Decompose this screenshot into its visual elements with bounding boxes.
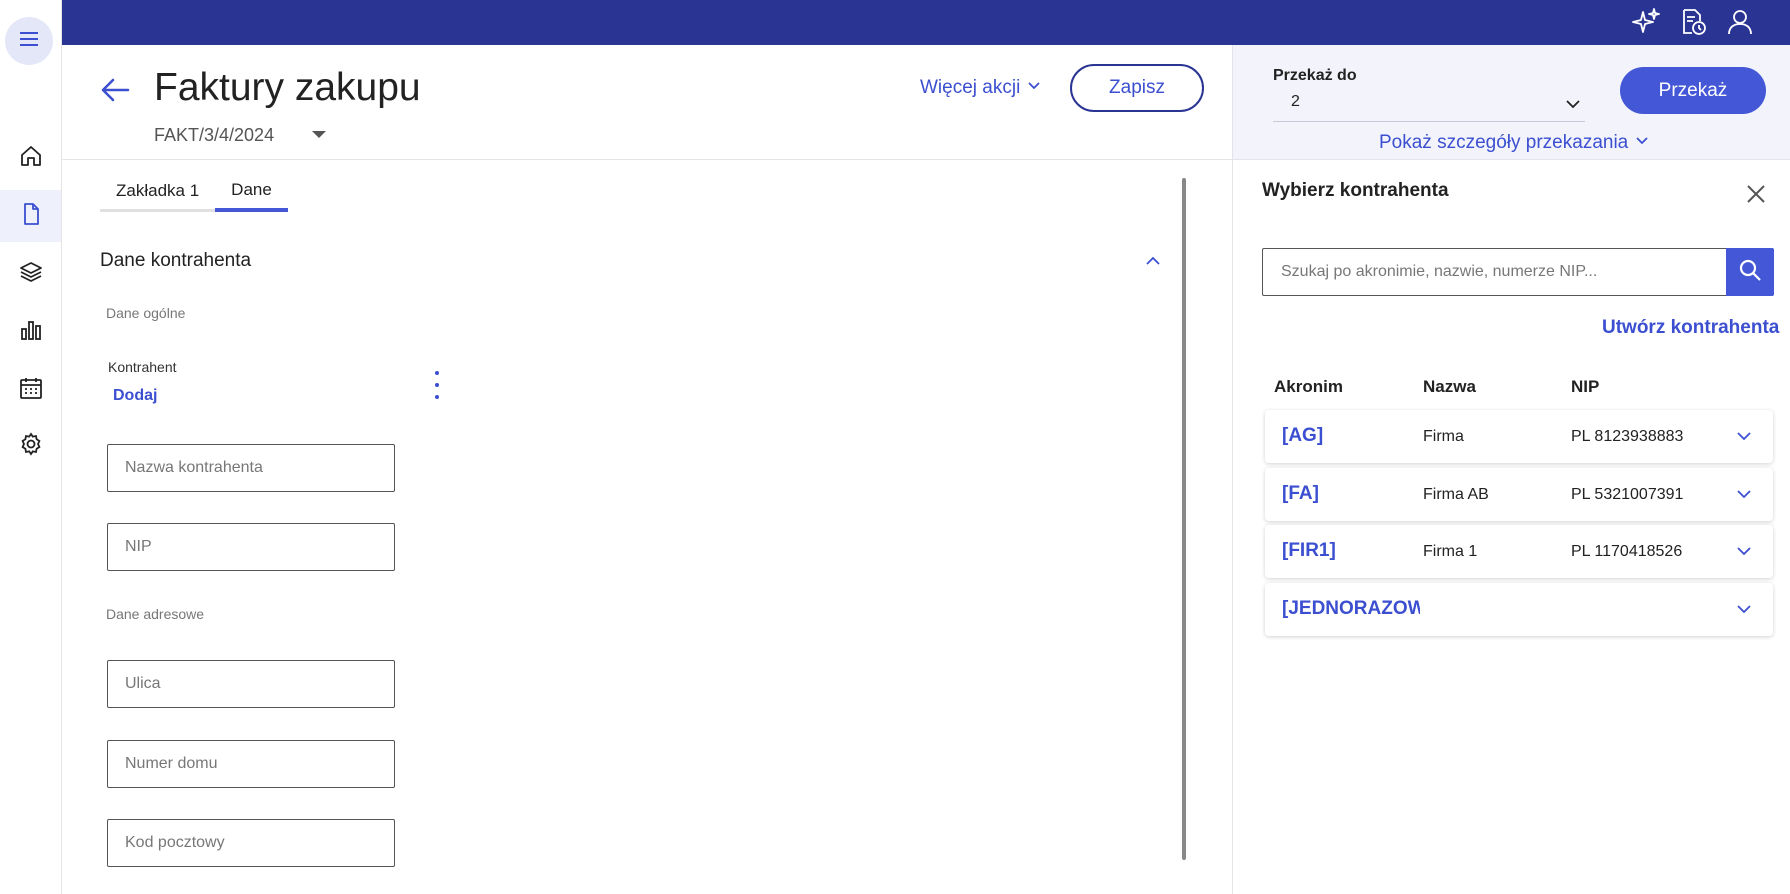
add-contractor-link[interactable]: Dodaj: [113, 387, 157, 405]
select-contractor-panel: Wybierz kontrahenta Utwórz kontrahenta A…: [1232, 160, 1790, 894]
contractor-name: Firma AB: [1423, 486, 1489, 503]
sparkles-icon[interactable]: [1630, 6, 1662, 38]
contractor-row[interactable]: [JEDNORAZOWY]: [1265, 583, 1773, 636]
tab-dane[interactable]: Dane: [215, 172, 288, 212]
search-bar: [1262, 248, 1774, 296]
transfer-select-value[interactable]: 2: [1291, 93, 1300, 111]
transfer-area: Przekaż do 2 Przekaż Pokaż szczegóły prz…: [1232, 45, 1790, 160]
panel-title: Wybierz kontrahenta: [1262, 180, 1449, 201]
chevron-down-icon: [1026, 77, 1042, 99]
transfer-label: Przekaż do: [1273, 67, 1357, 84]
document-icon: [19, 202, 43, 231]
chevron-down-icon[interactable]: [1735, 427, 1753, 450]
contractor-name: Firma 1: [1423, 543, 1478, 560]
street-field[interactable]: [107, 660, 395, 708]
nip-field[interactable]: [107, 523, 395, 571]
search-input[interactable]: [1262, 248, 1726, 296]
save-button[interactable]: Zapisz: [1070, 64, 1204, 112]
document-clock-icon[interactable]: [1677, 6, 1709, 38]
contractor-nip: PL 5321007391: [1571, 486, 1684, 503]
scrollbar[interactable]: [1182, 178, 1186, 860]
show-transfer-details-link[interactable]: Pokaż szczegóły przekazania: [1379, 132, 1650, 154]
bar-chart-icon: [19, 318, 43, 347]
more-options-icon[interactable]: [432, 371, 442, 399]
search-icon: [1738, 258, 1762, 287]
chevron-down-icon[interactable]: [1735, 542, 1753, 565]
search-button[interactable]: [1726, 248, 1774, 296]
main-content: Zakładka 1 Dane Dane kontrahenta Dane og…: [62, 160, 1232, 894]
contractor-acronym[interactable]: [JEDNORAZOWY]: [1282, 598, 1420, 620]
side-nav: [0, 0, 62, 894]
contractor-nip: PL 1170418526: [1571, 543, 1683, 560]
contractor-name: Firma: [1423, 428, 1464, 445]
menu-icon: [17, 27, 41, 56]
close-icon[interactable]: [1742, 180, 1770, 208]
contractor-nip: PL 8123938883: [1571, 428, 1684, 445]
contractor-row[interactable]: [FIR1] Firma 1 PL 1170418526: [1265, 525, 1773, 578]
back-button[interactable]: [98, 73, 132, 107]
document-number[interactable]: FAKT/3/4/2024: [154, 125, 274, 146]
column-header-nip: NIP: [1571, 377, 1600, 396]
show-details-label: Pokaż szczegóły przekazania: [1379, 132, 1629, 153]
chevron-down-icon[interactable]: [1735, 485, 1753, 508]
top-bar: [0, 0, 1790, 45]
layers-icon: [19, 260, 43, 289]
column-header-nazwa: Nazwa: [1423, 377, 1476, 396]
chevron-down-icon: [1634, 132, 1650, 154]
arrow-left-icon: [98, 78, 132, 111]
nav-item-calendar[interactable]: [0, 364, 61, 416]
more-actions-button[interactable]: Więcej akcji: [920, 77, 1042, 99]
more-actions-label: Więcej akcji: [920, 77, 1021, 98]
nav-item-reports[interactable]: [0, 306, 61, 358]
user-icon[interactable]: [1724, 6, 1756, 38]
house-number-field[interactable]: [107, 740, 395, 788]
transfer-button[interactable]: Przekaż: [1620, 67, 1766, 114]
postal-code-field[interactable]: [107, 819, 395, 867]
home-icon: [19, 144, 43, 173]
contractor-name-field[interactable]: [107, 444, 395, 492]
contractor-acronym[interactable]: [FIR1]: [1282, 540, 1420, 562]
address-data-heading: Dane adresowe: [106, 606, 205, 622]
page-header: Faktury zakupu FAKT/3/4/2024 Więcej akcj…: [62, 45, 1232, 160]
contractor-label: Kontrahent: [108, 359, 177, 375]
nav-item-home[interactable]: [0, 132, 61, 184]
chevron-up-icon[interactable]: [1144, 252, 1162, 275]
nav-item-layers[interactable]: [0, 248, 61, 300]
gear-icon: [19, 431, 43, 461]
calendar-icon: [19, 376, 43, 405]
nav-item-documents[interactable]: [0, 190, 61, 242]
chevron-down-icon[interactable]: [1735, 600, 1753, 623]
page-title: Faktury zakupu: [154, 66, 421, 109]
transfer-select-underline: [1273, 121, 1585, 122]
create-contractor-link[interactable]: Utwórz kontrahenta: [1602, 317, 1779, 339]
general-data-heading: Dane ogólne: [106, 305, 186, 321]
contractor-acronym[interactable]: [FA]: [1282, 483, 1420, 505]
contractor-acronym[interactable]: [AG]: [1282, 425, 1420, 447]
chevron-down-icon[interactable]: [1564, 95, 1582, 118]
tab-zakladka-1[interactable]: Zakładka 1: [100, 172, 216, 212]
tab-bar: Zakładka 1 Dane: [100, 172, 288, 212]
caret-down-icon[interactable]: [312, 131, 326, 138]
nav-item-settings[interactable]: [0, 420, 61, 472]
contractor-row[interactable]: [FA] Firma AB PL 5321007391: [1265, 468, 1773, 521]
contractor-row[interactable]: [AG] Firma PL 8123938883: [1265, 410, 1773, 463]
section-title: Dane kontrahenta: [100, 250, 252, 271]
column-header-akronim: Akronim: [1274, 377, 1343, 396]
menu-button[interactable]: [5, 17, 53, 65]
